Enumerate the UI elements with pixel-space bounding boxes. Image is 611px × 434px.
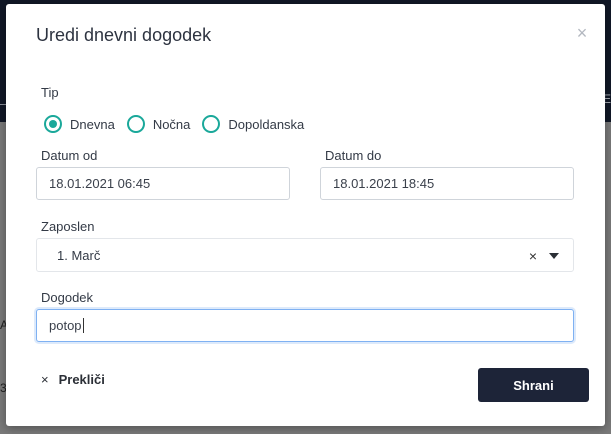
radio-option-morning[interactable]: Dopoldanska — [202, 115, 304, 133]
date-to-input[interactable]: 18.01.2021 18:45 — [320, 167, 574, 200]
date-from-input[interactable]: 18.01.2021 06:45 — [36, 167, 290, 200]
event-input-value: potop — [49, 318, 82, 333]
date-from-value: 18.01.2021 06:45 — [49, 176, 151, 191]
text-cursor — [82, 318, 84, 333]
radio-option-night[interactable]: Nočna — [126, 115, 191, 133]
radio-label: Dopoldanska — [228, 116, 305, 132]
radio-checked-icon — [44, 115, 62, 133]
date-from-label: Datum od — [41, 148, 98, 163]
radio-unchecked-icon — [202, 115, 221, 133]
radio-label: Nočna — [152, 116, 191, 132]
radio-unchecked-icon — [126, 115, 145, 133]
modal-title: Uredi dnevni dogodek — [36, 25, 212, 45]
date-to-value: 18.01.2021 18:45 — [333, 176, 435, 191]
employee-selected-value: 1. Marč — [57, 247, 101, 263]
radio-option-day[interactable]: Dnevna — [44, 115, 115, 133]
employee-select[interactable]: 1. Marč × — [36, 238, 574, 272]
type-radio-group: Dnevna Nočna Dopoldanska — [44, 115, 316, 133]
employee-label: Zaposlen — [41, 219, 95, 234]
event-input[interactable]: potop — [36, 309, 574, 342]
cancel-button[interactable]: × Prekliči — [41, 372, 105, 387]
edit-event-modal: Uredi dnevni dogodek × Tip Dnevna Nočna … — [6, 4, 605, 426]
close-icon: × — [41, 372, 49, 387]
close-icon[interactable]: × — [573, 24, 591, 42]
chevron-down-icon[interactable] — [549, 253, 559, 259]
type-label: Tip — [41, 85, 59, 100]
date-to-label: Datum do — [325, 148, 382, 163]
clear-icon[interactable]: × — [529, 248, 537, 264]
save-button[interactable]: Shrani — [478, 368, 589, 402]
radio-label: Dnevna — [70, 116, 115, 132]
cancel-label: Prekliči — [58, 372, 105, 387]
event-label: Dogodek — [41, 290, 94, 305]
